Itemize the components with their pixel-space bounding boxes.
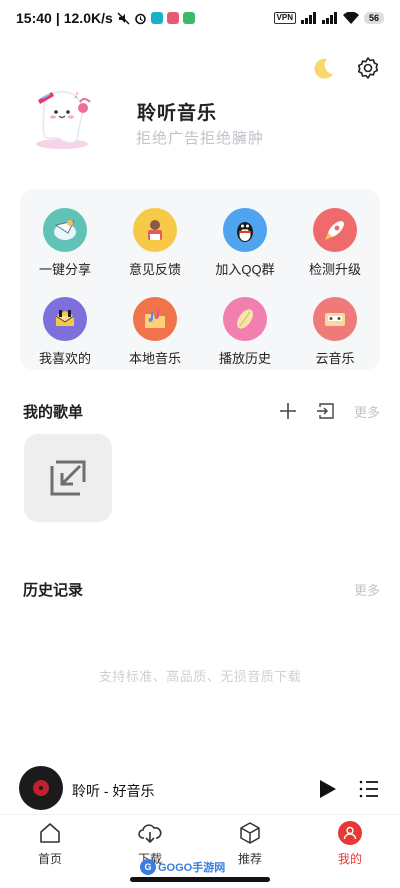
nav-mine[interactable]: 我的	[300, 815, 400, 888]
shortcut-local-music[interactable]: 本地音乐	[110, 297, 200, 370]
like-icon	[43, 297, 87, 341]
status-time: 15:40	[16, 10, 52, 26]
gear-icon[interactable]	[356, 56, 380, 80]
section-title: 我的歌单	[23, 403, 84, 421]
nav-label: 我的	[337, 852, 362, 866]
play-icon[interactable]	[316, 778, 338, 800]
import-playlist-tile[interactable]	[24, 434, 112, 522]
user-icon	[338, 821, 362, 845]
app-slogan: 拒绝广告拒绝臃肿	[136, 130, 265, 147]
home-indicator[interactable]	[130, 877, 270, 882]
add-playlist-icon[interactable]	[278, 401, 298, 421]
feedback-icon	[133, 208, 177, 252]
alarm-icon	[134, 13, 146, 24]
status-bar: 15:40 | 12.0K/s VPN 56	[0, 0, 400, 36]
shortcut-feedback[interactable]: 意见反馈	[110, 208, 200, 281]
shortcut-grid: 一键分享 意见反馈 加入QQ群 检测升级 我喜欢的 本地音乐 播放历史 云音乐	[20, 189, 380, 370]
history-icon	[223, 297, 267, 341]
nav-home[interactable]: 首页	[0, 815, 100, 888]
watermark: G GOGO手游网	[140, 858, 225, 876]
shortcut-label: 云音乐	[315, 351, 355, 366]
watermark-badge: G	[140, 859, 156, 875]
watermark-text: GOGO手游网	[158, 862, 226, 874]
app-notification-icon	[150, 12, 163, 24]
status-net-speed: 12.0K/s	[63, 10, 113, 26]
shortcut-cloud-music[interactable]: 云音乐	[290, 297, 380, 370]
track-title[interactable]: 聆听 - 好音乐	[72, 781, 154, 801]
nav-label: 首页	[37, 852, 62, 866]
signal-icon	[321, 12, 337, 24]
vpn-badge: VPN	[273, 12, 296, 24]
more-link[interactable]: 更多	[354, 402, 380, 421]
cassette-icon	[313, 297, 357, 341]
svg-text:♪: ♪	[74, 91, 79, 100]
import-arrow-icon	[50, 460, 86, 496]
folder-music-icon	[133, 297, 177, 341]
import-playlist-icon[interactable]	[316, 401, 336, 421]
shortcut-my-favorites[interactable]: 我喜欢的	[20, 297, 110, 370]
more-link[interactable]: 更多	[354, 580, 380, 599]
profile-header: ♪ 聆听音乐 拒绝广告拒绝臃肿	[28, 86, 378, 156]
home-icon	[38, 821, 62, 845]
history-header: 历史记录 更多	[23, 577, 380, 601]
cloud-download-icon	[138, 821, 162, 845]
shortcut-label: 我喜欢的	[38, 351, 91, 366]
mascot-avatar-icon: ♪	[36, 90, 91, 149]
queue-list-icon[interactable]	[358, 778, 380, 800]
shortcut-label: 一键分享	[38, 262, 91, 277]
header-actions	[310, 56, 380, 82]
shortcut-label: 加入QQ群	[215, 262, 275, 277]
section-title: 历史记录	[23, 581, 84, 599]
album-disc-icon[interactable]	[19, 766, 63, 810]
nav-label: 推荐	[237, 852, 262, 866]
app-notification-icon	[166, 12, 179, 24]
mute-icon	[117, 11, 130, 25]
cube-icon	[238, 821, 262, 845]
qq-penguin-icon	[223, 208, 267, 252]
shortcut-label: 播放历史	[218, 351, 271, 366]
signal-icon	[300, 12, 316, 24]
shortcut-join-qq-group[interactable]: 加入QQ群	[200, 208, 290, 281]
rocket-icon	[313, 208, 357, 252]
app-name: 聆听音乐	[137, 103, 218, 124]
shortcut-share[interactable]: 一键分享	[20, 208, 110, 281]
shortcut-play-history[interactable]: 播放历史	[200, 297, 290, 370]
shortcut-label: 本地音乐	[128, 351, 181, 366]
shortcut-check-update[interactable]: 检测升级	[290, 208, 380, 281]
moon-icon[interactable]	[310, 56, 336, 82]
mini-player[interactable]: 聆听 - 好音乐	[0, 766, 400, 814]
empty-hint: 支持标准、高品质、无损音质下载	[98, 669, 302, 684]
app-notification-icon	[182, 12, 195, 24]
shortcut-label: 检测升级	[308, 262, 361, 277]
battery-indicator: 56	[363, 12, 384, 24]
playlists-header: 我的歌单 更多	[23, 399, 380, 423]
shortcut-label: 意见反馈	[128, 262, 181, 277]
wifi-icon	[342, 12, 359, 24]
share-icon	[43, 208, 87, 252]
